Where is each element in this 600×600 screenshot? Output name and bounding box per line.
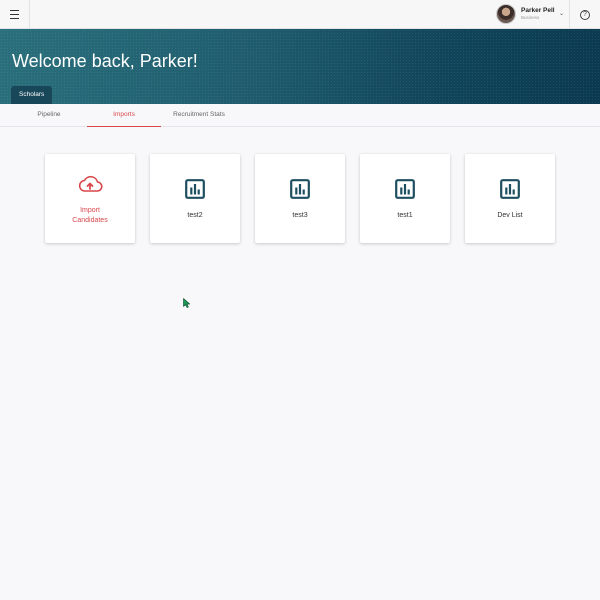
user-role: Business xyxy=(521,15,540,20)
cloud-upload-icon xyxy=(78,175,103,192)
sub-navigation: Pipeline Imports Recruitment Stats xyxy=(0,104,600,127)
tab-recruitment-stats[interactable]: Recruitment Stats xyxy=(166,104,232,127)
page-title: Welcome back, Parker! xyxy=(12,51,198,71)
avatar xyxy=(496,4,516,24)
list-card-label: test2 xyxy=(187,212,203,219)
tab-imports[interactable]: Imports xyxy=(87,104,161,127)
import-candidates-card[interactable]: Import Candidates xyxy=(45,154,135,243)
hamburger-icon xyxy=(10,9,19,21)
mouse-cursor-icon xyxy=(183,298,191,308)
top-bar: Parker Pell Business ⌄ ? xyxy=(0,0,600,29)
import-label-line2: Candidates xyxy=(72,217,108,224)
list-card-test3[interactable]: test3 xyxy=(255,154,345,243)
bar-chart-icon xyxy=(290,179,310,199)
bar-chart-icon xyxy=(395,179,415,199)
list-card-dev-list[interactable]: Dev List xyxy=(465,154,555,243)
question-circle-icon: ? xyxy=(580,9,590,20)
list-card-test2[interactable]: test2 xyxy=(150,154,240,243)
tab-pipeline[interactable]: Pipeline xyxy=(22,104,76,127)
list-card-label: test1 xyxy=(397,212,413,219)
user-name: Parker Pell xyxy=(521,7,555,14)
chevron-down-icon[interactable]: ⌄ xyxy=(559,10,564,17)
user-menu[interactable]: Parker Pell Business xyxy=(496,4,561,24)
bar-chart-icon xyxy=(500,179,520,199)
menu-button[interactable] xyxy=(0,0,30,29)
help-button[interactable]: ? xyxy=(569,0,600,29)
bar-chart-icon xyxy=(185,179,205,199)
list-card-label: Dev List xyxy=(497,212,523,219)
import-label-line1: Import xyxy=(80,207,100,214)
tab-scholars[interactable]: Scholars xyxy=(11,86,53,104)
list-card-label: test3 xyxy=(292,212,308,219)
welcome-banner: Welcome back, Parker! Scholars xyxy=(0,29,600,104)
list-card-test1[interactable]: test1 xyxy=(360,154,450,243)
